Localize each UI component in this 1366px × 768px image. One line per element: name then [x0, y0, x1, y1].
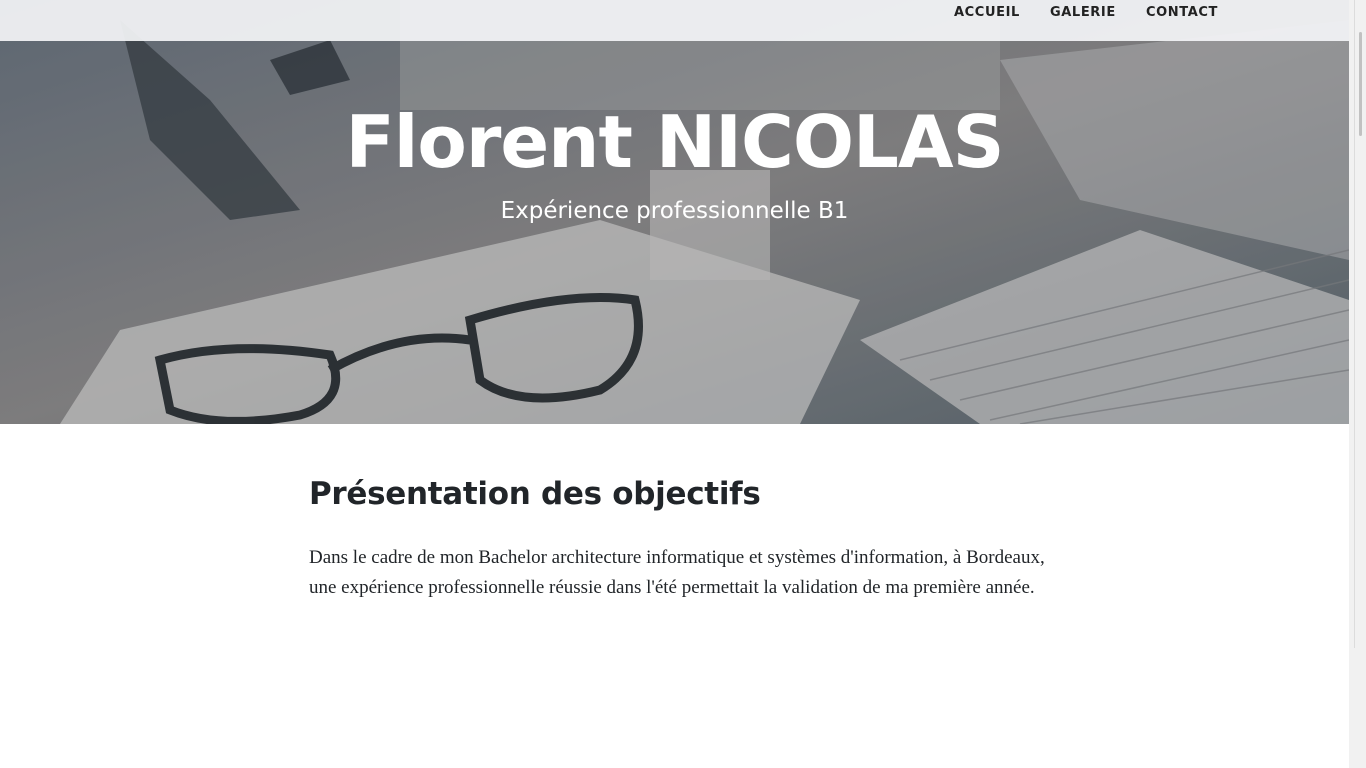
hero-banner: Florent NICOLAS Expérience professionnel… [0, 0, 1349, 424]
section-paragraph: Dans le cadre de mon Bachelor architectu… [309, 547, 1045, 598]
scrollbar-thumb[interactable] [1359, 32, 1362, 136]
nav-link-accueil[interactable]: ACCUEIL [954, 5, 1020, 21]
nav-link-contact[interactable]: CONTACT [1146, 5, 1218, 21]
navbar: ACCUEIL GALERIE CONTACT [0, 0, 1349, 41]
hero-subtitle: Expérience professionnelle B1 [500, 198, 849, 224]
hero-title: Florent NICOLAS [345, 100, 1005, 184]
vertical-scrollbar[interactable] [1349, 0, 1366, 768]
section-heading: Présentation des objectifs [309, 476, 761, 512]
nav-link-galerie[interactable]: GALERIE [1050, 5, 1116, 21]
scrollbar-track [1354, 0, 1355, 648]
